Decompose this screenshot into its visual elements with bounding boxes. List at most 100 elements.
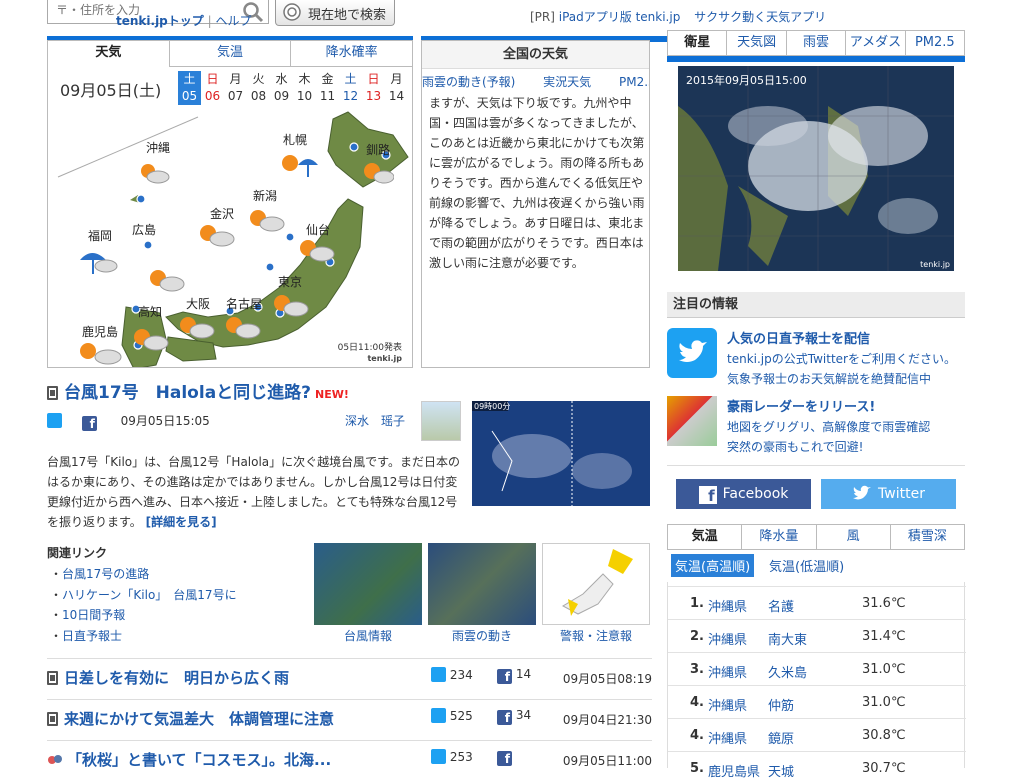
author-avatar[interactable]	[421, 401, 461, 441]
rank-prefecture[interactable]: 鹿児島県	[708, 761, 760, 780]
national-ticker[interactable]: 雨雲の動き(予報) 実況天気 PM2.5分布	[422, 73, 649, 90]
day-number: 08	[250, 89, 267, 103]
city-tokyo[interactable]: 東京	[278, 273, 302, 290]
tab-rank-snow[interactable]: 積雪深	[889, 525, 964, 549]
city-osaka[interactable]: 大阪	[186, 295, 210, 312]
city-fukuoka[interactable]: 福岡	[88, 227, 112, 244]
article-author[interactable]: 深水 瑶子	[345, 412, 405, 429]
day-1[interactable]: 日 06	[201, 71, 224, 105]
rank-prefecture[interactable]: 沖縄県	[708, 728, 747, 747]
day-5[interactable]: 木 10	[293, 71, 316, 105]
facebook-button[interactable]: f Facebook	[676, 479, 811, 509]
facebook-icon[interactable]: f	[497, 669, 512, 684]
facebook-icon[interactable]: f	[497, 710, 512, 725]
city-niigata[interactable]: 新潟	[253, 187, 277, 204]
warning-thumb[interactable]	[542, 543, 650, 625]
rain-cloud-thumb[interactable]	[428, 543, 536, 625]
help-link[interactable]: ヘルプ	[215, 14, 251, 28]
rank-point[interactable]: 久米島	[768, 662, 807, 681]
day-0[interactable]: 土 05	[178, 71, 201, 105]
day-weekday: 日	[206, 72, 219, 86]
tab-weather[interactable]: 天気	[48, 41, 169, 67]
day-2[interactable]: 月 07	[224, 71, 247, 105]
notice-twitter[interactable]: 人気の日直予報士を配信 tenki.jpの公式Twitterをご利用ください。 …	[667, 328, 965, 392]
city-sendai[interactable]: 仙台	[306, 221, 330, 238]
day-7[interactable]: 土 12	[339, 71, 362, 105]
notice-title[interactable]: 豪雨レーダーをリリース!	[727, 396, 875, 415]
tab-rank-wind[interactable]: 風	[815, 525, 890, 549]
map-date: 09月05日(土)	[60, 81, 162, 100]
rain-cloud-caption[interactable]: 雨雲の動き	[428, 627, 536, 644]
twitter-button[interactable]: Twitter	[821, 479, 956, 509]
subtab-high-temp[interactable]: 気温(高温順)	[671, 554, 755, 577]
tab-pm25[interactable]: PM2.5	[904, 31, 964, 55]
news-title[interactable]: 「秋桜」と書いて「コスモス」。北海...	[67, 751, 331, 769]
rank-point[interactable]: 名護	[768, 596, 794, 615]
city-kochi[interactable]: 高知	[138, 303, 162, 320]
rank-prefecture[interactable]: 沖縄県	[708, 629, 747, 648]
subtab-low-temp[interactable]: 気温(低温順)	[769, 556, 844, 575]
rank-prefecture[interactable]: 沖縄県	[708, 695, 747, 714]
rank-temperature: 31.0℃	[862, 695, 906, 710]
notice-title[interactable]: 人気の日直予報士を配信	[727, 328, 870, 347]
tab-rank-temperature[interactable]: 気温	[668, 525, 742, 549]
city-sapporo[interactable]: 札幌	[283, 131, 307, 148]
rank-prefecture[interactable]: 沖縄県	[708, 596, 747, 615]
day-4[interactable]: 水 09	[270, 71, 293, 105]
day-weekday: 火	[252, 72, 265, 86]
twitter-share-icon[interactable]	[47, 413, 62, 428]
rank-point[interactable]: 南大東	[768, 629, 807, 648]
related-link[interactable]: 10日間予報	[62, 608, 125, 622]
city-okinawa[interactable]: 沖縄	[146, 139, 170, 156]
day-number: 09	[273, 89, 290, 103]
related-link[interactable]: ハリケーン「Kilo」 台風17号に	[62, 588, 237, 602]
city-kagoshima[interactable]: 鹿児島	[82, 323, 118, 340]
day-weekday: 月	[229, 72, 242, 86]
twitter-icon[interactable]	[431, 708, 446, 723]
facebook-share-icon[interactable]: f	[81, 416, 97, 431]
tab-precip-prob[interactable]: 降水確率	[290, 41, 412, 67]
day-9[interactable]: 月 14	[385, 71, 408, 105]
current-location-button[interactable]: 現在地で検索	[275, 0, 395, 26]
read-more-link[interactable]: [詳細を見る]	[146, 515, 217, 529]
article-thumbnail[interactable]: 09時00分	[472, 401, 650, 506]
facebook-count: 14	[515, 667, 532, 681]
warning-caption[interactable]: 警報・注意報	[542, 627, 650, 644]
rank-point[interactable]: 天城	[768, 761, 794, 780]
related-link[interactable]: 台風17号の進路	[62, 567, 149, 581]
city-hiroshima[interactable]: 広島	[132, 221, 156, 238]
pr-ipad-link[interactable]: iPadアプリ版 tenki.jp	[559, 10, 681, 24]
tab-satellite[interactable]: 衛星	[668, 31, 726, 55]
city-kanazawa[interactable]: 金沢	[210, 205, 234, 222]
day-8[interactable]: 日 13	[362, 71, 385, 105]
facebook-icon[interactable]: f	[497, 751, 512, 766]
niigata-weather-icon	[246, 206, 286, 238]
twitter-icon[interactable]	[431, 667, 446, 682]
typhoon-info-caption[interactable]: 台風情報	[314, 627, 422, 644]
rank-point[interactable]: 仲筋	[768, 695, 794, 714]
news-title[interactable]: 日差しを有効に 明日から広く雨	[64, 669, 289, 687]
article-title[interactable]: 台風17号 Halolaと同じ進路?	[64, 383, 311, 403]
news-row: 来週にかけて気温差大 体調管理に注意 525 f 34 09月04日21:30	[47, 699, 652, 733]
tab-weather-chart[interactable]: 天気図	[726, 31, 785, 55]
flower-icon	[47, 753, 63, 767]
tab-rank-precipitation[interactable]: 降水量	[741, 525, 815, 549]
typhoon-info-thumb[interactable]	[314, 543, 422, 625]
tab-temperature[interactable]: 気温	[168, 41, 291, 67]
brand-top-link[interactable]: tenki.jpトップ	[116, 14, 204, 28]
satellite-image[interactable]: 2015年09月05日15:00 tenki.jp	[678, 66, 954, 271]
twitter-icon[interactable]	[431, 749, 446, 764]
related-link[interactable]: 日直予報士	[62, 629, 122, 643]
tab-rain-cloud[interactable]: 雨雲	[785, 31, 845, 55]
city-kushiro[interactable]: 釧路	[366, 141, 390, 158]
day-3[interactable]: 火 08	[247, 71, 270, 105]
tab-amedas[interactable]: アメダス	[845, 31, 904, 55]
pr-app-link[interactable]: サクサク動く天気アプリ	[694, 10, 826, 24]
rank-point[interactable]: 鏡原	[768, 728, 794, 747]
news-title[interactable]: 来週にかけて気温差大 体調管理に注意	[64, 710, 334, 728]
day-6[interactable]: 金 11	[316, 71, 339, 105]
rank-temperature: 31.4℃	[862, 629, 906, 644]
city-nagoya[interactable]: 名古屋	[226, 295, 262, 312]
rank-prefecture[interactable]: 沖縄県	[708, 662, 747, 681]
notice-radar[interactable]: 豪雨レーダーをリリース! 地図をグリグリ、高解像度で雨雲確認 突然の豪雨もこれで…	[667, 396, 965, 460]
